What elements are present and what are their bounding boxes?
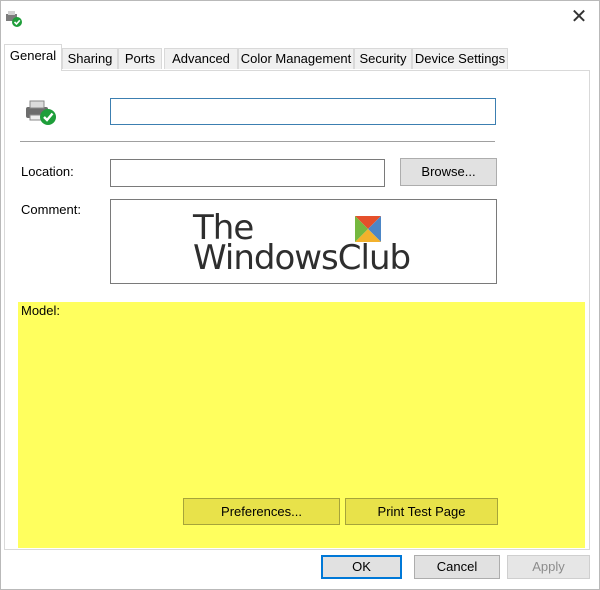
preferences-button[interactable]: Preferences... — [183, 498, 340, 525]
comment-textarea[interactable]: The WindowsClub — [110, 199, 497, 284]
location-label: Location: — [21, 164, 74, 179]
location-input[interactable] — [110, 159, 385, 187]
printer-name-input[interactable] — [110, 98, 496, 125]
apply-button: Apply — [507, 555, 590, 579]
tab-color-management[interactable]: Color Management — [238, 48, 354, 69]
windows-club-logo-icon — [355, 216, 381, 242]
title-bar: ✕ — [0, 0, 600, 34]
separator — [20, 141, 495, 142]
tab-advanced[interactable]: Advanced — [164, 48, 238, 69]
cancel-button[interactable]: Cancel — [414, 555, 500, 579]
logo-text-line2: WindowsClub — [193, 238, 411, 278]
model-label: Model: — [21, 303, 61, 318]
ok-button[interactable]: OK — [321, 555, 402, 579]
printer-icon — [26, 100, 56, 125]
tab-general[interactable]: General — [4, 44, 62, 71]
close-icon[interactable]: ✕ — [570, 7, 588, 27]
tab-ports[interactable]: Ports — [118, 48, 162, 69]
tab-security[interactable]: Security — [354, 48, 412, 69]
browse-button[interactable]: Browse... — [400, 158, 497, 186]
comment-label: Comment: — [21, 202, 81, 217]
printer-check-icon — [6, 11, 22, 27]
tab-device-settings[interactable]: Device Settings — [412, 48, 508, 69]
print-test-page-button[interactable]: Print Test Page — [345, 498, 498, 525]
tab-sharing[interactable]: Sharing — [62, 48, 118, 69]
